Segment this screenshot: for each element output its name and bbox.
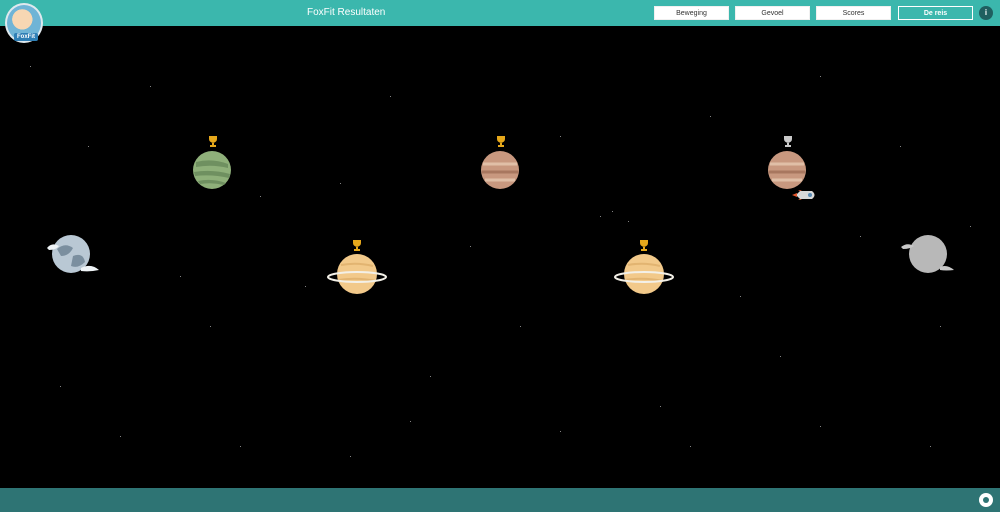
planet-jupiter-1[interactable] <box>480 150 520 190</box>
page-title: FoxFit Resultaten <box>307 7 386 18</box>
trophy-silver-icon <box>782 134 794 147</box>
locked-planet-icon <box>901 235 954 273</box>
journey-space-area <box>0 26 1000 488</box>
github-icon[interactable] <box>979 493 993 507</box>
planet-saturn-1[interactable] <box>327 253 387 295</box>
nav-button-scores[interactable]: Scores <box>816 6 891 20</box>
trophy-gold-icon <box>351 238 363 251</box>
footer-bar <box>0 488 1000 512</box>
top-bar: FoxFit FoxFit Resultaten Beweging Gevoel… <box>0 0 1000 43</box>
info-button[interactable]: i <box>979 6 993 20</box>
nav-button-de-reis[interactable]: De reis <box>898 6 973 20</box>
foxfit-logo[interactable]: FoxFit <box>5 3 43 43</box>
planet-saturn-2[interactable] <box>614 253 674 295</box>
nav-button-gevoel[interactable]: Gevoel <box>735 6 810 20</box>
trophy-gold-icon <box>638 238 650 251</box>
planet-earth[interactable] <box>45 232 105 278</box>
planet-locked <box>900 232 956 278</box>
earth-icon <box>47 235 99 273</box>
trophy-gold-icon <box>207 134 219 147</box>
planet-green[interactable] <box>192 150 232 190</box>
nav-button-beweging[interactable]: Beweging <box>654 6 729 20</box>
logo-text: FoxFit <box>14 33 38 41</box>
planet-jupiter-2[interactable] <box>767 150 807 190</box>
rocket-icon <box>792 187 818 200</box>
trophy-gold-icon <box>495 134 507 147</box>
